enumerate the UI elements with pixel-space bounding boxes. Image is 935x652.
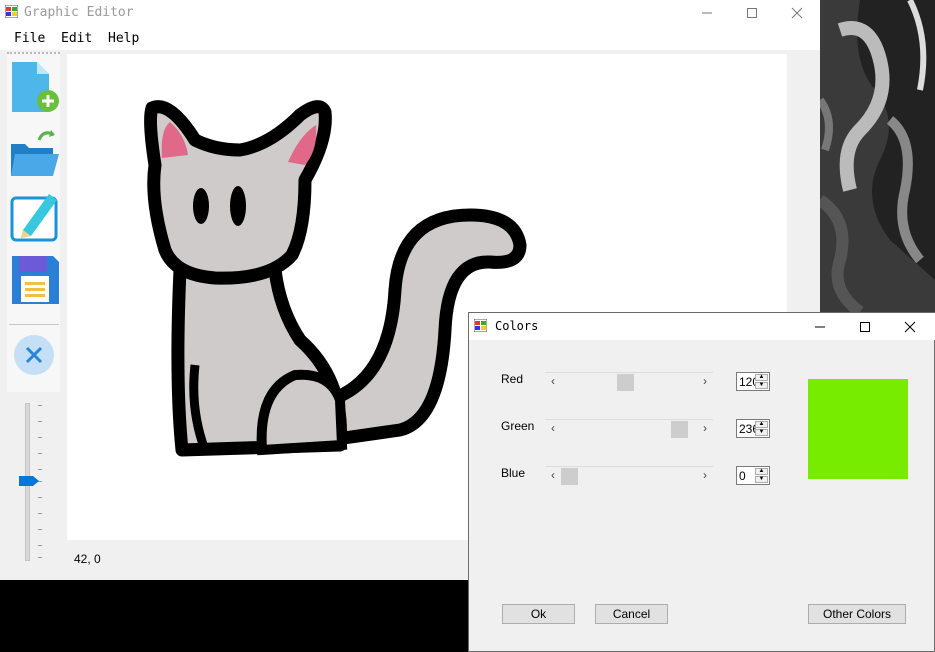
colors-dialog: Colors Red ‹ › 120 ▲▼ Green ‹ › 236 ▲▼ B… [468,312,935,652]
blue-down-icon[interactable]: ▼ [755,476,768,483]
menu-edit[interactable]: Edit [61,31,92,46]
close-cancel-icon [14,335,54,375]
menu-file[interactable]: File [14,31,45,46]
green-scrollbar[interactable]: ‹ › [545,419,713,438]
other-colors-button[interactable]: Other Colors [808,604,906,624]
blue-up-icon[interactable]: ▲ [755,468,768,475]
green-scroll-thumb[interactable] [671,421,688,438]
close-button[interactable] [774,0,820,26]
cat-left-eye [193,188,209,224]
cursor-coordinates: 42, 0 [74,552,101,566]
edit-button[interactable] [9,186,59,242]
maximize-icon [859,321,870,332]
green-value[interactable]: 236 [739,422,756,436]
brush-size-slider-thumb[interactable] [19,476,39,486]
red-scrollbar[interactable]: ‹ › [545,372,713,391]
red-up-icon[interactable]: ▲ [755,374,768,381]
edit-pencil-icon [10,194,58,242]
ok-button[interactable]: Ok [502,604,575,624]
minimize-icon [814,326,825,327]
red-scroll-right-icon[interactable]: › [697,373,713,389]
cat-right-eye [230,186,246,226]
dialog-title-bar: Colors [469,313,935,340]
red-scroll-thumb[interactable] [617,374,634,391]
blue-scrollbar[interactable]: ‹ › [545,466,713,485]
green-up-icon[interactable]: ▲ [755,421,768,428]
app-icon [5,5,18,18]
dialog-app-icon [474,319,487,332]
red-down-icon[interactable]: ▼ [755,382,768,389]
window-title: Graphic Editor [24,5,134,20]
minimize-button[interactable] [684,0,730,26]
cat-leg [256,369,348,456]
green-scroll-right-icon[interactable]: › [697,420,713,436]
menu-help[interactable]: Help [108,31,139,46]
open-file-button[interactable] [9,122,59,178]
cancel-button[interactable]: Cancel [595,604,668,624]
close-icon [791,7,803,19]
red-scroll-left-icon[interactable]: ‹ [545,373,561,389]
minimize-icon [702,12,712,14]
green-value-spinner[interactable]: 236 ▲▼ [736,419,770,438]
green-down-icon[interactable]: ▼ [755,429,768,436]
red-value[interactable]: 120 [739,375,756,389]
red-value-spinner[interactable]: 120 ▲▼ [736,372,770,391]
menu-bar: File Edit Help [0,26,820,50]
blue-scroll-left-icon[interactable]: ‹ [545,467,561,483]
new-file-button[interactable] [9,60,59,116]
save-icon [12,256,59,304]
red-label: Red [501,372,524,386]
dialog-title: Colors [495,319,539,333]
blue-scroll-thumb[interactable] [561,468,578,485]
background-desktop-image [820,0,935,312]
maximize-icon [747,8,757,18]
color-preview-swatch [808,379,908,479]
save-button[interactable] [9,250,59,306]
blue-value[interactable]: 0 [739,469,756,483]
cancel-tool-button[interactable] [9,330,59,386]
dialog-maximize-button[interactable] [842,313,887,340]
dialog-minimize-button[interactable] [797,313,842,340]
blue-scroll-right-icon[interactable]: › [697,467,713,483]
dialog-close-button[interactable] [887,313,932,340]
green-scroll-left-icon[interactable]: ‹ [545,420,561,436]
maximize-button[interactable] [729,0,775,26]
toolbar-separator [9,324,59,325]
new-file-icon [12,62,59,112]
blue-value-spinner[interactable]: 0 ▲ ▼ [736,466,770,485]
close-icon [904,321,915,332]
title-bar: Graphic Editor [0,0,820,26]
green-label: Green [501,419,535,433]
open-folder-icon [11,130,59,176]
tool-strip [7,52,60,392]
blue-label: Blue [501,466,526,480]
